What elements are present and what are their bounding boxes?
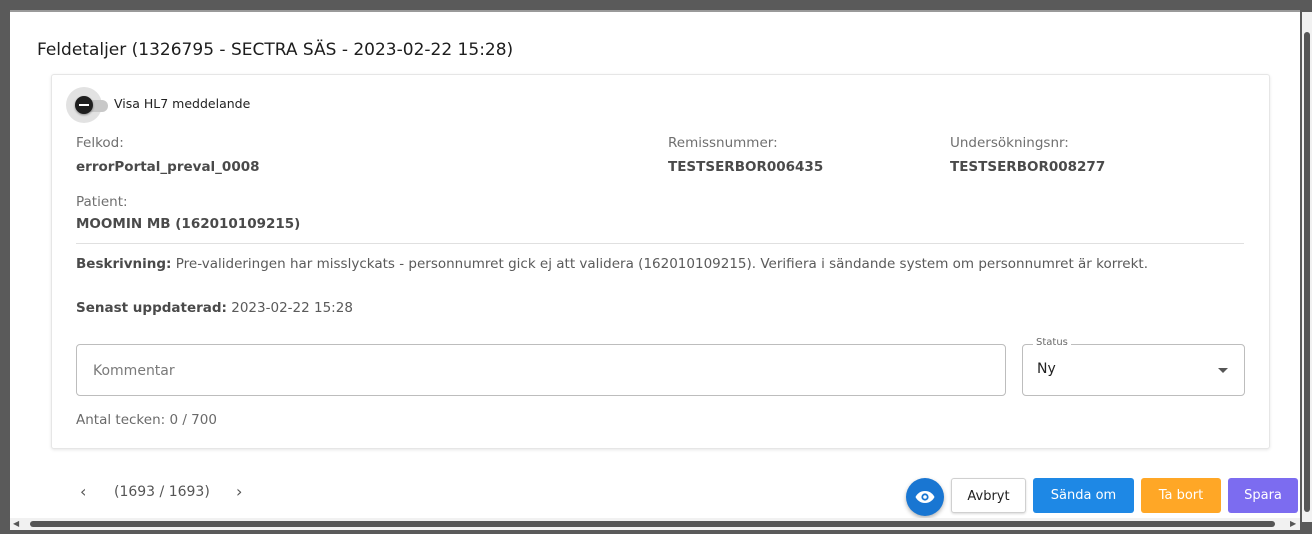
description-text: Pre-valideringen har misslyckats - perso… [175,256,1149,272]
caret-down-icon [1218,368,1228,373]
patient-value: MOOMIN MB (162010109215) [76,216,301,232]
horizontal-scrollbar-thumb[interactable] [30,521,1275,527]
last-updated-value: 2023-02-22 15:28 [231,300,353,316]
delete-button[interactable]: Ta bort [1141,478,1221,513]
horizontal-scrollbar[interactable]: ◀ ▶ [10,518,1300,530]
dialog-title: Feldetaljer (1326795 - SECTRA SÄS - 2023… [37,40,514,60]
last-updated-label: Senast uppdaterad: [76,300,227,316]
cancel-button[interactable]: Avbryt [951,478,1026,513]
comment-field[interactable] [76,344,1006,397]
prev-page-button[interactable]: ‹ [80,482,86,501]
scroll-right-icon[interactable]: ▶ [1290,519,1296,528]
char-count: Antal tecken: 0 / 700 [76,412,217,428]
patient-label: Patient: [76,194,128,210]
hl7-toggle-label: Visa HL7 meddelande [114,96,251,111]
status-legend: Status [1033,337,1071,348]
status-select[interactable]: Status Ny [1022,337,1245,396]
remissnummer-label: Remissnummer: [668,135,778,151]
eye-icon [915,491,935,503]
undersokningsnr-label: Undersökningsnr: [950,135,1069,151]
last-updated: Senast uppdaterad: 2023-02-22 15:28 [76,300,353,316]
hl7-toggle[interactable] [66,87,108,127]
error-details-dialog: Feldetaljer (1326795 - SECTRA SÄS - 2023… [10,10,1300,530]
divider [76,243,1244,244]
felkod-label: Felkod: [76,135,124,151]
comment-input[interactable] [91,345,995,397]
toggle-knob [75,96,93,114]
vertical-scrollbar-thumb[interactable] [1304,32,1310,512]
scroll-left-icon[interactable]: ◀ [13,519,19,528]
undersokningsnr-value: TESTSERBOR008277 [950,159,1106,175]
description-label: Beskrivning: [76,256,172,272]
resend-button[interactable]: Sända om [1033,478,1134,513]
remissnummer-value: TESTSERBOR006435 [668,159,824,175]
vertical-scrollbar[interactable] [1302,12,1312,522]
description: Beskrivning: Pre-valideringen har missly… [76,255,1226,274]
details-card: Visa HL7 meddelande Felkod: errorPortal_… [51,74,1270,449]
next-page-button[interactable]: › [236,482,242,501]
pager-text: (1693 / 1693) [114,484,210,500]
view-button[interactable] [906,478,944,516]
status-value: Ny [1037,361,1056,377]
felkod-value: errorPortal_preval_0008 [76,159,260,175]
save-button[interactable]: Spara [1228,478,1298,513]
